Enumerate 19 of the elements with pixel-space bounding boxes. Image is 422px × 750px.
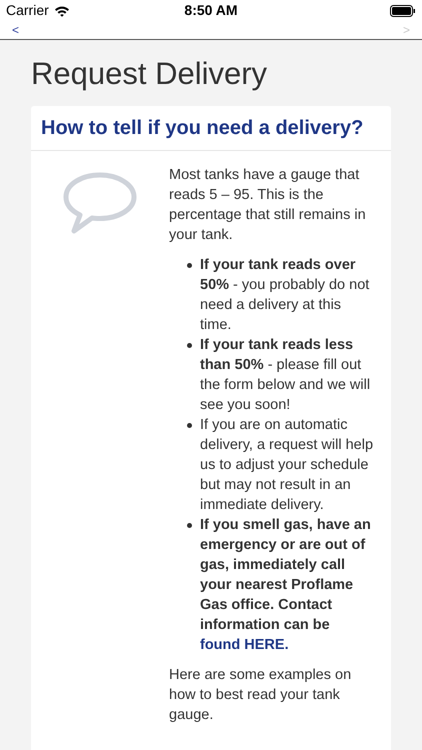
- bullet-text: If your tank reads over 50% - you probably do not need a delivery at this time.: [200, 256, 370, 335]
- carrier-label: Carrier: [6, 1, 49, 20]
- bullet-icon: [187, 343, 192, 348]
- bullet-text: If you smell gas, have an emergency or are out of gas, immediately call your nearest Proflame Gas office. Contact information can be found HERE.: [200, 516, 372, 655]
- outro-paragraph: Here are some examples on how to best read your tank gauge.: [169, 666, 352, 725]
- intro-paragraph: Most tanks have a gauge that reads 5 – 95. This is the percentage that still remains in your tank.: [169, 166, 367, 245]
- bullet-text: If your tank reads less than 50% - please fill out the form below and we will see you soon!: [200, 336, 372, 415]
- bullet-icon: [187, 263, 192, 268]
- speech-bubble-icon: [62, 171, 138, 235]
- bullet-text: If you are on automatic delivery, a request will help us to adjust your schedule but may not result in an immediate delivery.: [200, 416, 373, 515]
- bullet-icon: [187, 423, 192, 428]
- back-button[interactable]: <: [0, 21, 32, 39]
- card-heading: How to tell if you need a delivery?: [41, 116, 364, 141]
- battery-icon: [390, 4, 416, 16]
- status-time: 8:50 AM: [184, 1, 238, 20]
- bullet-icon: [187, 523, 192, 528]
- page-title: Request Delivery: [31, 55, 268, 93]
- wifi-icon: [54, 4, 70, 16]
- found-here-link[interactable]: found HERE.: [200, 637, 289, 653]
